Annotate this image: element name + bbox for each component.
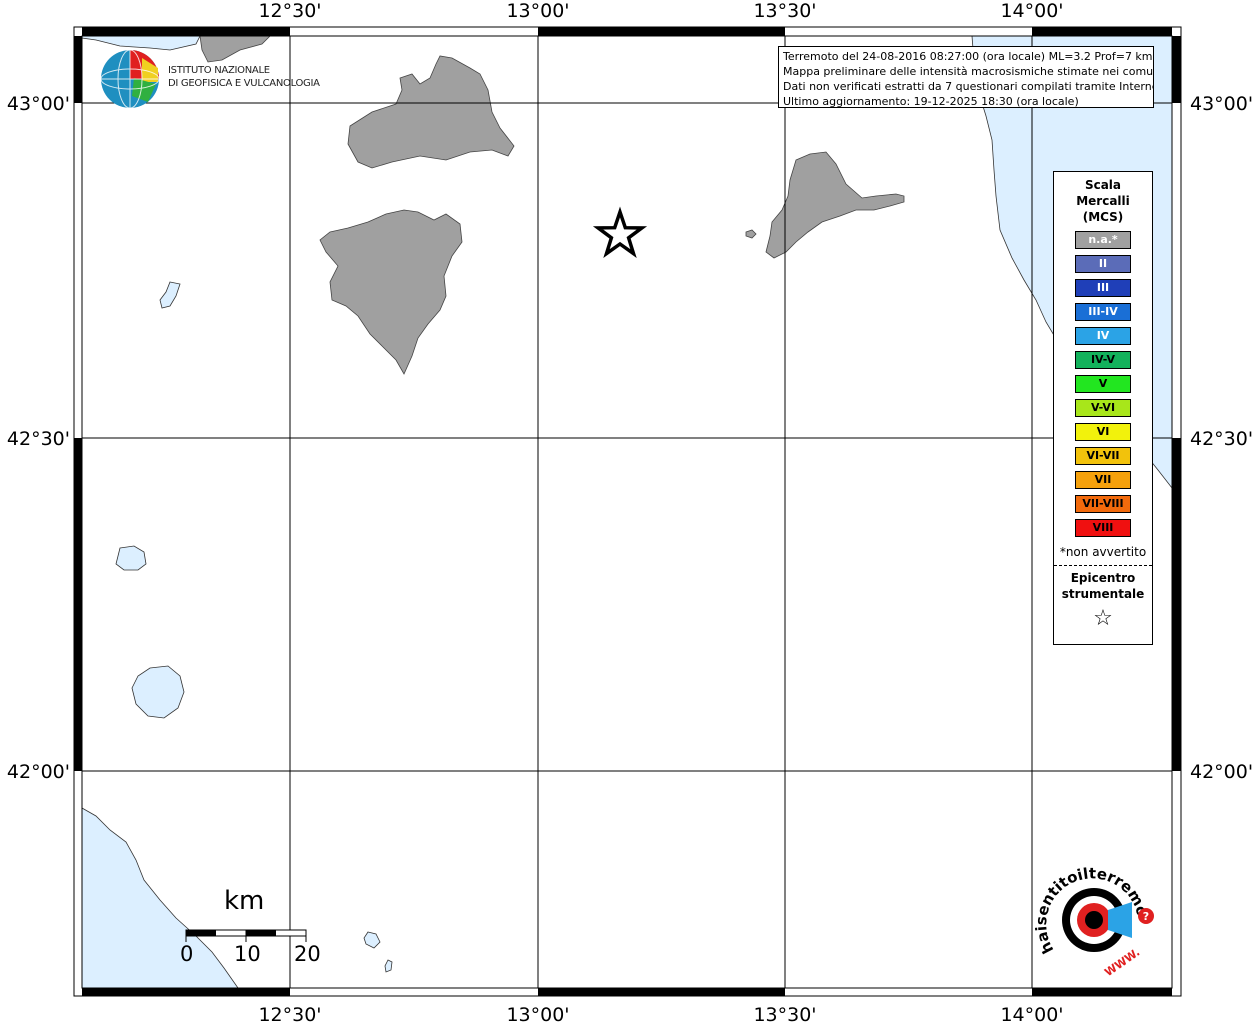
hsit-www: WWW. [1102,946,1142,976]
globe-icon [100,49,160,109]
ingv-name-line2: DI GEOFISICA E VULCANOLOGIA [168,78,320,89]
legend-item: V [1075,375,1131,393]
lon-label-top-2: 13°00' [506,0,569,22]
lat-label-right-1: 43°00' [1190,93,1253,115]
legend-item: VI [1075,423,1131,441]
lon-label-bottom-2: 13°00' [506,1004,569,1024]
legend-epicenter-2: strumentale [1061,587,1145,601]
legend-item: III-IV [1075,303,1131,321]
lon-label-top-1: 12°30' [258,0,321,22]
ingv-name-line1: ISTITUTO NAZIONALE [168,65,270,76]
legend-title-2: Mercalli [1076,194,1130,208]
svg-text:?: ? [1143,910,1149,923]
legend-item: II [1075,255,1131,273]
scale-bar: km 0 10 20 [180,886,330,976]
legend-item: VII [1075,471,1131,489]
scale-label-0: 0 [180,942,194,966]
legend-note: *non avvertito [1059,545,1147,559]
hsit-ring-center [1085,911,1103,929]
legend-separator [1054,565,1152,566]
lat-label-right-2: 42°30' [1190,428,1253,450]
legend-item: III [1075,279,1131,297]
scale-label-10: 10 [234,942,261,966]
lon-label-top-4: 14°00' [1000,0,1063,22]
legend-item: VII-VIII [1075,495,1131,513]
legend-item: n.a.* [1075,231,1131,249]
scale-label-20: 20 [294,942,321,966]
lat-label-right-3: 42°00' [1190,761,1253,783]
info-line-update: Ultimo aggiornamento: 19-12-2025 18:30 (… [783,95,1079,108]
legend-title-3: (MCS) [1082,210,1124,224]
info-line-map: Mappa preliminare delle intensità macros… [783,65,1154,78]
hsit-logo[interactable]: haisentitoilterremoto.it ? WWW. [1029,844,1158,979]
info-line-data: Dati non verificati estratti da 7 questi… [783,80,1154,93]
lon-label-bottom-3: 13°30' [753,1004,816,1024]
legend-star-icon: ☆ [1093,606,1113,631]
legend-item: VI-VII [1075,447,1131,465]
hsit-logo-graphic: haisentitoilterremoto.it ? WWW. [1029,844,1154,979]
info-box: Terremoto del 24-08-2016 08:27:00 (ora l… [778,46,1154,108]
lon-label-bottom-1: 12°30' [258,1004,321,1024]
legend-item: IV-V [1075,351,1131,369]
lon-label-bottom-4: 14°00' [1000,1004,1063,1024]
legend-item: IV [1075,327,1131,345]
lon-label-top-3: 13°30' [753,0,816,22]
lat-label-left-1: 43°00' [7,93,70,115]
lat-label-left-3: 42°00' [7,761,70,783]
lat-label-left-2: 42°30' [7,428,70,450]
legend-title-1: Scala [1084,178,1122,192]
legend-item: V-VI [1075,399,1131,417]
legend-item: VIII [1075,519,1131,537]
scale-title: km [224,886,265,916]
info-line-earthquake: Terremoto del 24-08-2016 08:27:00 (ora l… [783,50,1153,63]
legend-epicenter-1: Epicentro [1070,571,1136,585]
mcs-legend: Scala Mercalli (MCS) n.a.* II III III-IV IV I… [1053,171,1153,645]
ingv-logo: ISTITUTO NAZIONALE DI GEOFISICA E VULCAN… [100,48,320,110]
legend-items: n.a.* II III III-IV IV IV-V V V-VI VI VI-VII VII VI… [1054,231,1152,537]
